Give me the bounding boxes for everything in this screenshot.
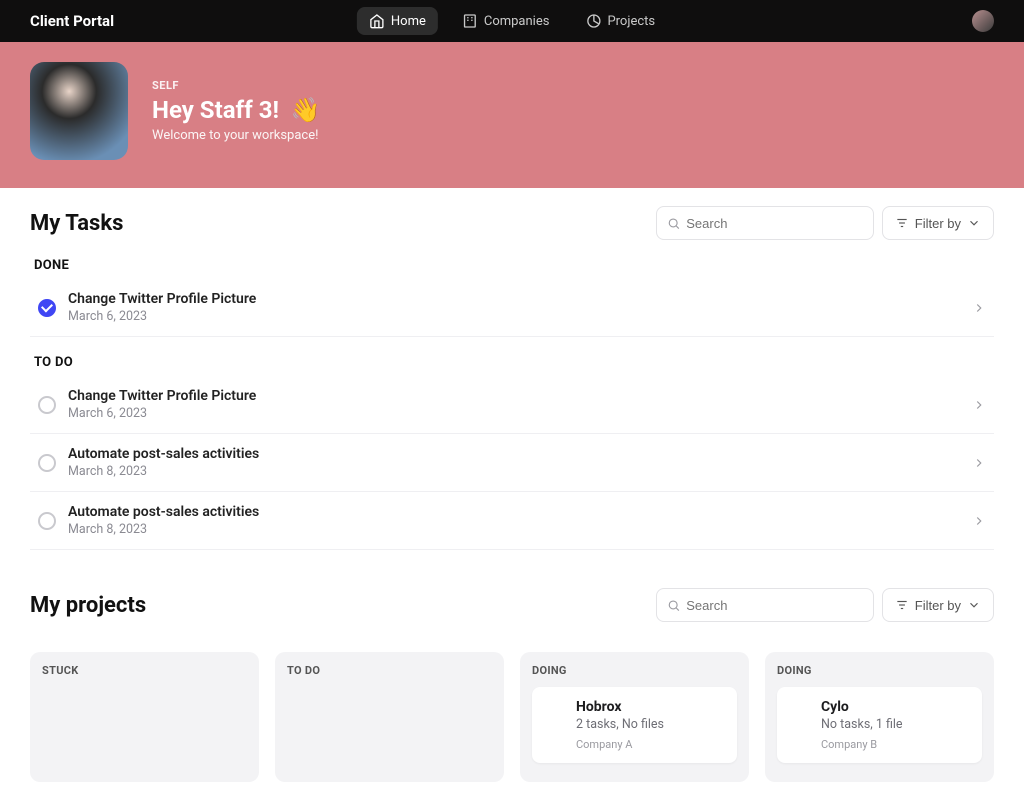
nav-label: Home bbox=[391, 14, 426, 29]
task-date: March 6, 2023 bbox=[68, 406, 972, 421]
project-column: DOING Hobrox 2 tasks, No files Company A bbox=[520, 652, 749, 782]
tasks-body: DONE Change Twitter Profile Picture Marc… bbox=[30, 258, 994, 550]
projects-search-input[interactable] bbox=[686, 598, 863, 613]
task-row[interactable]: Change Twitter Profile Picture March 6, … bbox=[30, 376, 994, 434]
hero-kicker: SELF bbox=[152, 79, 321, 92]
project-name: Hobrox bbox=[576, 699, 723, 715]
projects-grid: STUCK TO DO DOING Hobrox 2 tasks, No files… bbox=[0, 646, 1024, 812]
tasks-section: My Tasks Filter by DONE Change Twitter P… bbox=[0, 188, 1024, 560]
home-icon bbox=[369, 13, 385, 29]
task-row[interactable]: Automate post-sales activities March 8, … bbox=[30, 434, 994, 492]
topbar: Client Portal Home Companies Projects bbox=[0, 0, 1024, 42]
building-icon bbox=[462, 13, 478, 29]
task-body: Change Twitter Profile Picture March 6, … bbox=[68, 388, 972, 421]
hero-avatar bbox=[30, 62, 128, 160]
task-date: March 6, 2023 bbox=[68, 309, 972, 324]
project-column-label: STUCK bbox=[42, 664, 247, 677]
task-date: March 8, 2023 bbox=[68, 522, 972, 537]
task-row[interactable]: Automate post-sales activities March 8, … bbox=[30, 492, 994, 550]
filter-icon bbox=[895, 216, 909, 230]
tasks-header: My Tasks Filter by bbox=[30, 206, 994, 240]
search-icon bbox=[667, 216, 681, 231]
nav-companies[interactable]: Companies bbox=[450, 7, 562, 35]
tasks-title: My Tasks bbox=[30, 211, 123, 236]
filter-label: Filter by bbox=[915, 598, 961, 613]
filter-label: Filter by bbox=[915, 216, 961, 231]
nav-label: Projects bbox=[607, 14, 655, 29]
chevron-right-icon bbox=[972, 301, 986, 315]
project-company: Company B bbox=[821, 738, 968, 751]
task-title: Change Twitter Profile Picture bbox=[68, 388, 972, 404]
tasks-controls: Filter by bbox=[656, 206, 994, 240]
project-column-label: DOING bbox=[532, 664, 737, 677]
project-meta: 2 tasks, No files bbox=[576, 717, 723, 732]
task-group-label: TO DO bbox=[34, 355, 990, 370]
projects-title: My projects bbox=[30, 593, 146, 618]
task-title: Automate post-sales activities bbox=[68, 446, 972, 462]
task-body: Automate post-sales activities March 8, … bbox=[68, 504, 972, 537]
chevron-right-icon bbox=[972, 456, 986, 470]
chevron-down-icon bbox=[967, 598, 981, 612]
hero: SELF Hey Staff 3! 👋 Welcome to your work… bbox=[0, 42, 1024, 188]
projects-search[interactable] bbox=[656, 588, 874, 622]
projects-controls: Filter by bbox=[656, 588, 994, 622]
task-body: Change Twitter Profile Picture March 6, … bbox=[68, 291, 972, 324]
task-body: Automate post-sales activities March 8, … bbox=[68, 446, 972, 479]
project-card[interactable]: Hobrox 2 tasks, No files Company A bbox=[532, 687, 737, 763]
project-meta: No tasks, 1 file bbox=[821, 717, 968, 732]
hero-subtitle: Welcome to your workspace! bbox=[152, 128, 321, 143]
pie-icon bbox=[585, 13, 601, 29]
project-column: TO DO bbox=[275, 652, 504, 782]
filter-icon bbox=[895, 598, 909, 612]
task-date: March 8, 2023 bbox=[68, 464, 972, 479]
task-title: Change Twitter Profile Picture bbox=[68, 291, 972, 307]
project-company: Company A bbox=[576, 738, 723, 751]
task-checkbox[interactable] bbox=[38, 396, 56, 414]
task-checkbox[interactable] bbox=[38, 299, 56, 317]
task-checkbox[interactable] bbox=[38, 454, 56, 472]
chevron-right-icon bbox=[972, 398, 986, 412]
task-checkbox[interactable] bbox=[38, 512, 56, 530]
task-title: Automate post-sales activities bbox=[68, 504, 972, 520]
project-column: DOING Cylo No tasks, 1 file Company B bbox=[765, 652, 994, 782]
chevron-down-icon bbox=[967, 216, 981, 230]
chevron-right-icon bbox=[972, 514, 986, 528]
projects-section: My projects Filter by bbox=[0, 560, 1024, 646]
nav-projects[interactable]: Projects bbox=[573, 7, 667, 35]
hero-title-text: Hey Staff 3! bbox=[152, 96, 279, 124]
tasks-filter-button[interactable]: Filter by bbox=[882, 206, 994, 240]
wave-emoji: 👋 bbox=[291, 96, 321, 124]
project-card[interactable]: Cylo No tasks, 1 file Company B bbox=[777, 687, 982, 763]
project-column-label: DOING bbox=[777, 664, 982, 677]
project-name: Cylo bbox=[821, 699, 968, 715]
nav-home[interactable]: Home bbox=[357, 7, 438, 35]
projects-header: My projects Filter by bbox=[30, 588, 994, 622]
nav: Home Companies Projects bbox=[357, 7, 667, 35]
hero-text: SELF Hey Staff 3! 👋 Welcome to your work… bbox=[152, 79, 321, 143]
task-group-label: DONE bbox=[34, 258, 990, 273]
nav-label: Companies bbox=[484, 14, 550, 29]
brand: Client Portal bbox=[30, 12, 114, 30]
user-avatar[interactable] bbox=[972, 10, 994, 32]
project-column: STUCK bbox=[30, 652, 259, 782]
task-row[interactable]: Change Twitter Profile Picture March 6, … bbox=[30, 279, 994, 337]
tasks-search[interactable] bbox=[656, 206, 874, 240]
projects-filter-button[interactable]: Filter by bbox=[882, 588, 994, 622]
hero-title: Hey Staff 3! 👋 bbox=[152, 96, 321, 124]
search-icon bbox=[667, 598, 681, 613]
project-column-label: TO DO bbox=[287, 664, 492, 677]
tasks-search-input[interactable] bbox=[686, 216, 863, 231]
